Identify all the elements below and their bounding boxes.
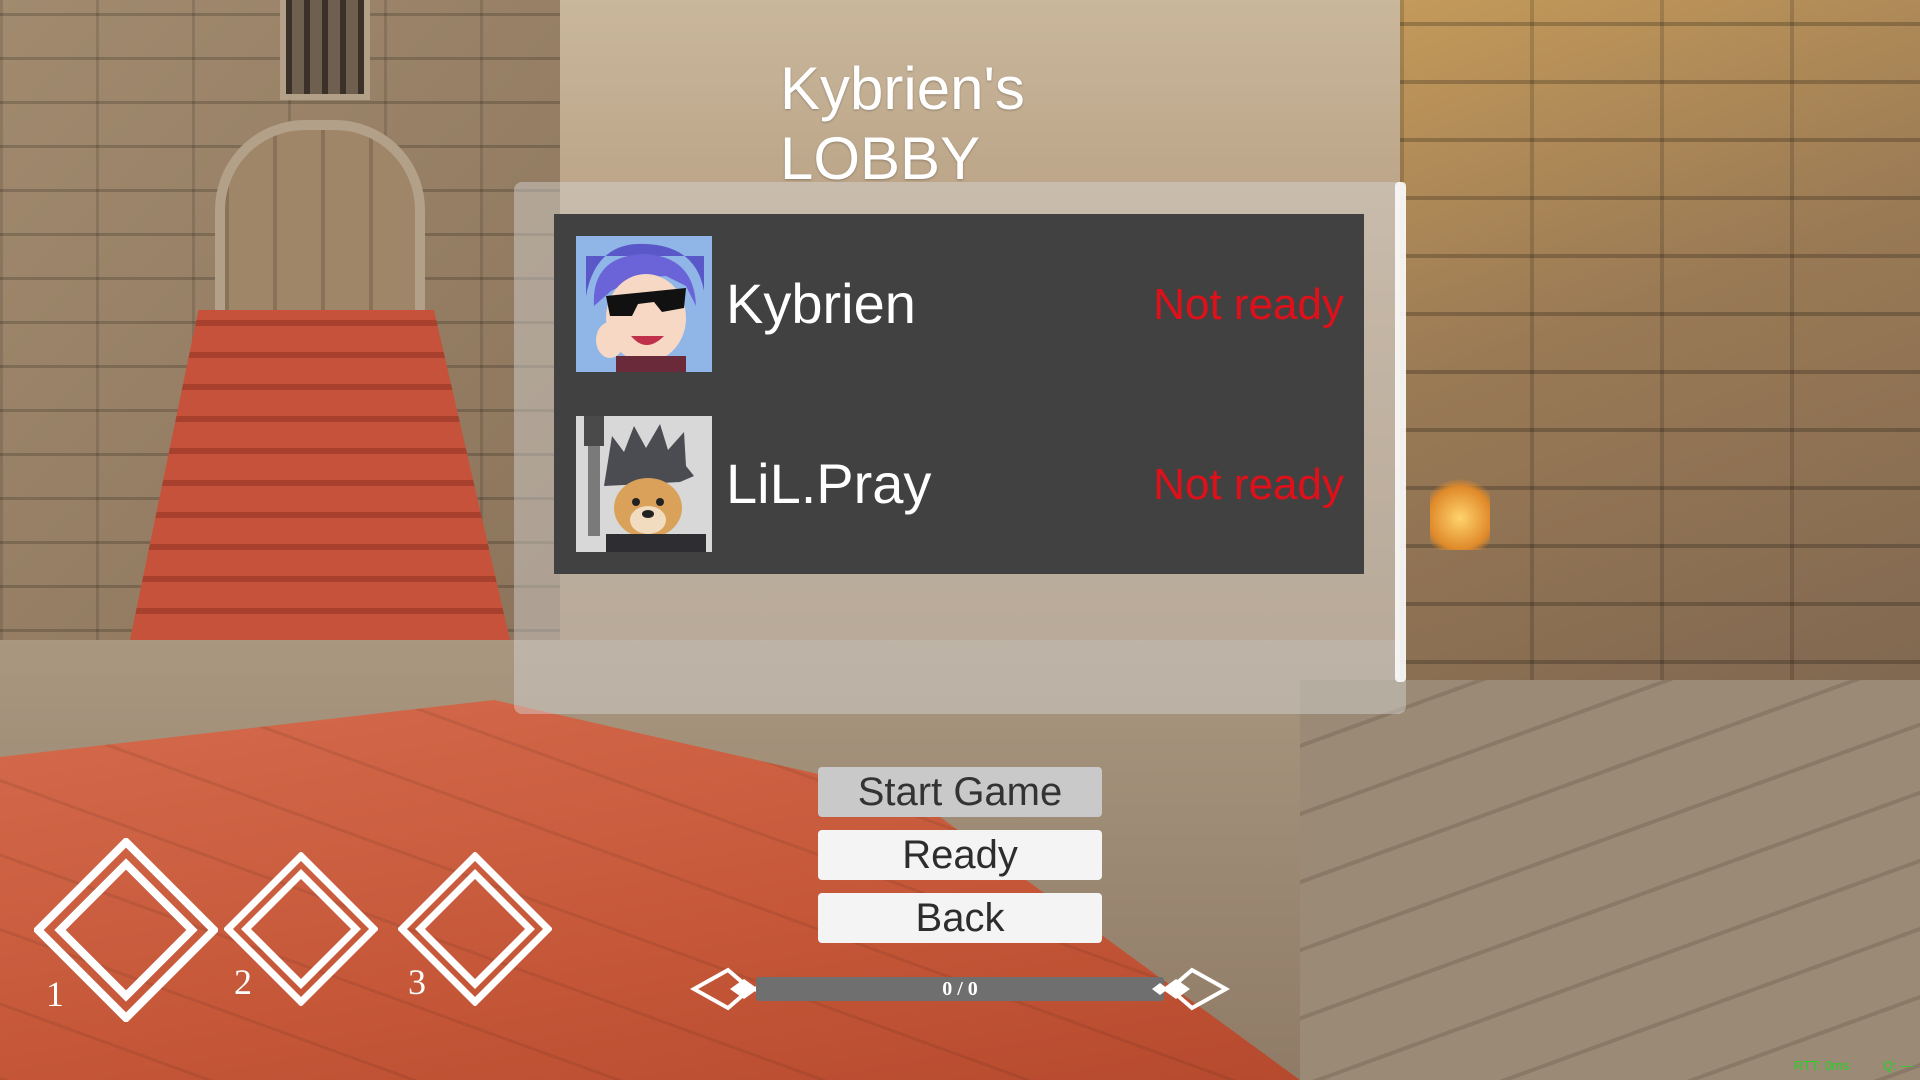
barred-window [280, 0, 370, 100]
lobby-scrollbar[interactable] [1395, 182, 1406, 682]
rtt-readout: RTT: 0ms [1794, 1058, 1850, 1073]
ability-slot-3[interactable]: 3 [397, 851, 553, 1011]
start-game-button[interactable]: Start Game [818, 767, 1102, 817]
ability-slot-2[interactable]: 2 [223, 851, 379, 1011]
player-name: Kybrien [726, 272, 916, 335]
lobby-owner-name: Kybrien's [780, 55, 1025, 122]
ability-slot-1[interactable]: 1 [32, 836, 220, 1027]
ornament-right-icon [1152, 967, 1230, 1011]
slot-number: 2 [234, 962, 252, 1002]
progress-track: 0 / 0 [756, 977, 1164, 1001]
player-row: Kybrien Not ready [576, 236, 1364, 372]
progress-bar: 0 / 0 [690, 962, 1230, 1016]
player-status: Not ready [1153, 460, 1344, 509]
player-name: LiL.Pray [726, 452, 932, 515]
lobby-title: Kybrien's LOBBY [780, 54, 1140, 194]
ready-button[interactable]: Ready [818, 830, 1102, 880]
quality-readout: Q: --- [1883, 1058, 1914, 1073]
torch-fire [1430, 470, 1490, 550]
doge-warrior-avatar [576, 416, 712, 552]
slot-number: 1 [46, 974, 64, 1014]
back-button[interactable]: Back [818, 893, 1102, 943]
player-status: Not ready [1153, 280, 1344, 329]
player-row: LiL.Pray Not ready [576, 416, 1364, 552]
anime-sunglasses-avatar [576, 236, 712, 372]
network-debug-overlay: RTT: 0ms Q: --- [1794, 1058, 1920, 1074]
stone-floor-right [1300, 680, 1920, 1080]
slot-number: 3 [408, 962, 426, 1002]
progress-text: 0 / 0 [942, 978, 978, 1000]
player-list: Kybrien Not ready LiL.Pray Not ready [554, 214, 1364, 574]
castle-wall-right [1400, 0, 1920, 780]
